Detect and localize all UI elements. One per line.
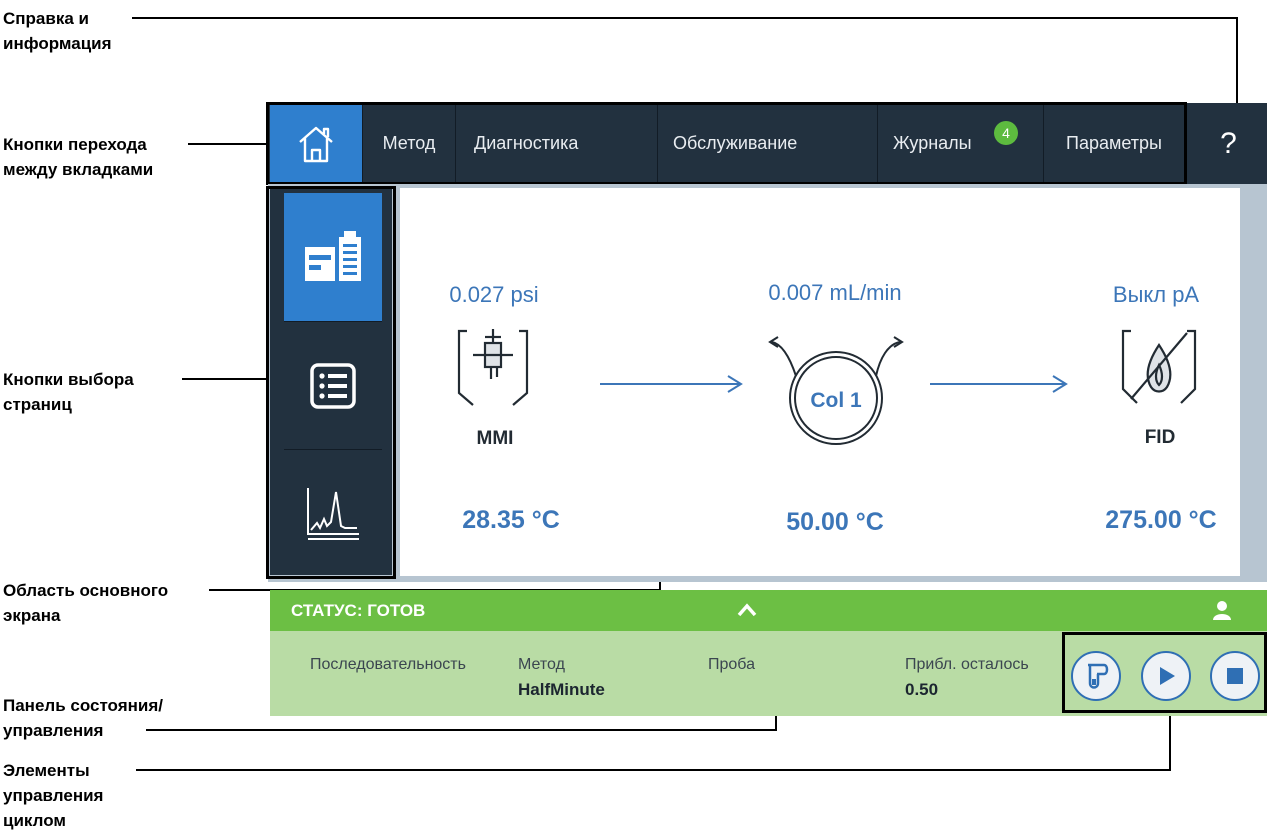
help-button[interactable]: ? bbox=[1190, 103, 1267, 184]
status-bar: СТАТУС: ГОТОВ bbox=[270, 590, 1267, 631]
tabs-highlight-frame bbox=[266, 102, 1187, 185]
method-value: HalfMinute bbox=[518, 680, 605, 699]
sample-label: Проба bbox=[708, 656, 755, 673]
callout-tabs-line2: между вкладками bbox=[3, 160, 154, 179]
callout-pages-line2: страниц bbox=[3, 395, 72, 414]
callout-main-line1: Область основного bbox=[3, 581, 169, 600]
callout-run-line3: циклом bbox=[3, 811, 66, 830]
flow-arrow-1 bbox=[600, 375, 743, 393]
callout-run-line1: Элементы bbox=[3, 761, 90, 780]
callout-pages-line1: Кнопки выбора bbox=[3, 370, 134, 389]
callout-status-line2: управления bbox=[3, 721, 104, 740]
column-flow-value: 0.007 mL/min bbox=[768, 280, 902, 305]
user-icon[interactable] bbox=[1212, 600, 1232, 620]
column-label: Col 1 bbox=[810, 389, 862, 412]
inlet-pressure-value: 0.027 psi bbox=[449, 282, 539, 307]
pages-highlight-frame bbox=[266, 186, 396, 579]
flow-arrow-2 bbox=[930, 375, 1068, 393]
callout-pages: Кнопки выбора страниц bbox=[3, 367, 134, 417]
chevron-up-icon[interactable] bbox=[736, 602, 758, 618]
detector-signal-value: Выкл pA bbox=[1112, 282, 1200, 307]
callout-main-area: Область основного экрана bbox=[3, 578, 168, 628]
callout-tabs-line1: Кнопки перехода bbox=[3, 135, 147, 154]
callout-status-line1: Панель состояния/ bbox=[3, 696, 163, 715]
callout-run-controls: Элементы управления циклом bbox=[3, 758, 103, 833]
detector-label: FID bbox=[1144, 427, 1176, 448]
callout-main-line2: экрана bbox=[3, 606, 61, 625]
run-controls-highlight-frame bbox=[1062, 632, 1267, 713]
status-title: СТАТУС: ГОТОВ bbox=[291, 601, 426, 620]
callout-status-panel: Панель состояния/управления bbox=[3, 693, 163, 743]
callout-run-line2: управления bbox=[3, 786, 104, 805]
remaining-value: 0.50 bbox=[905, 680, 939, 699]
inlet-label: MMI bbox=[476, 428, 514, 449]
help-icon: ? bbox=[1220, 126, 1237, 160]
callout-help: Справка и информация bbox=[3, 6, 112, 56]
detector-temperature: 275.00 °C bbox=[1105, 506, 1217, 534]
inlet-icon bbox=[457, 329, 529, 406]
inlet-temperature: 28.35 °C bbox=[462, 506, 560, 534]
column-temperature: 50.00 °C bbox=[786, 508, 884, 536]
detector-flame-icon bbox=[1121, 329, 1197, 404]
sequence-label: Последовательность bbox=[310, 656, 466, 673]
method-label: Метод bbox=[518, 656, 565, 673]
callout-tabs: Кнопки перехода между вкладками bbox=[3, 132, 153, 182]
remaining-label: Прибл. осталось bbox=[905, 656, 1029, 673]
callout-help-line2: информация bbox=[3, 34, 112, 53]
callout-help-line1: Справка и bbox=[3, 9, 89, 28]
